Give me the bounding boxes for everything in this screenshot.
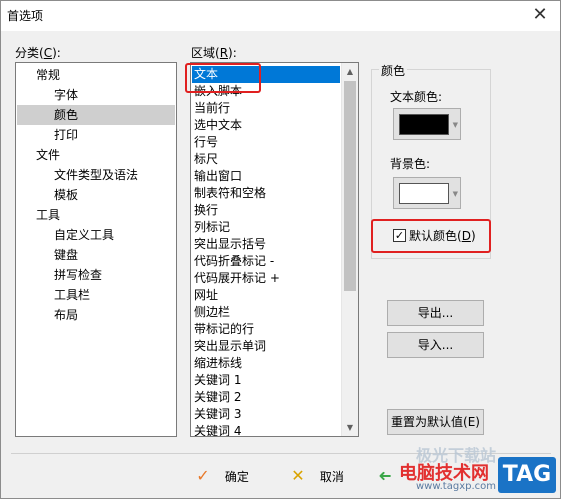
highlight-box-text xyxy=(185,63,261,93)
category-item-toolbar[interactable]: 工具栏 xyxy=(54,285,90,305)
watermark-logo: TAG xyxy=(498,457,556,493)
category-item-print[interactable]: 打印 xyxy=(54,125,78,145)
watermark-url: www.tagxp.com xyxy=(416,481,496,492)
area-item-keyword-4[interactable]: 关键词 4 xyxy=(194,423,241,436)
cancel-icon: ✕ xyxy=(291,466,305,485)
category-item-general[interactable]: 常规 xyxy=(36,65,60,85)
scroll-thumb[interactable] xyxy=(344,81,356,291)
category-list[interactable]: 常规 字体 颜色 打印 文件 文件类型及语法 模板 工具 自定义工具 键盘 拼写… xyxy=(15,62,177,437)
apply-button[interactable]: ➜ xyxy=(375,463,395,489)
area-scrollbar[interactable]: ▲ ▼ xyxy=(341,63,358,436)
text-color-picker[interactable]: ▼ xyxy=(393,108,461,140)
area-item-line-number[interactable]: 行号 xyxy=(194,134,218,151)
category-label: 分类(C): xyxy=(15,46,61,60)
category-item-keyboard[interactable]: 键盘 xyxy=(54,245,78,265)
dropdown-arrow-icon: ▼ xyxy=(452,121,458,129)
area-item-gutter[interactable]: 侧边栏 xyxy=(194,304,230,321)
area-label: 区域(R): xyxy=(191,46,237,60)
reset-defaults-button[interactable]: 重置为默认值(E) xyxy=(387,409,484,435)
preferences-dialog: 首选项 ✕ 分类(C): 常规 字体 颜色 打印 文件 文件类型及语法 模板 工… xyxy=(0,0,561,499)
scroll-down-icon[interactable]: ▼ xyxy=(342,419,358,436)
title-bar: 首选项 ✕ xyxy=(1,1,560,31)
text-color-label: 文本颜色: xyxy=(390,90,443,104)
category-item-file[interactable]: 文件 xyxy=(36,145,60,165)
category-item-layout[interactable]: 布局 xyxy=(54,305,78,325)
area-item-wrap[interactable]: 换行 xyxy=(194,202,218,219)
bg-color-swatch xyxy=(399,183,449,204)
area-item-highlight-word[interactable]: 突出显示单词 xyxy=(194,338,266,355)
arrow-icon: ➜ xyxy=(378,466,392,485)
area-item-column-marker[interactable]: 列标记 xyxy=(194,219,230,236)
category-selection xyxy=(17,105,175,125)
import-button[interactable]: 导入... xyxy=(387,332,484,358)
area-item-expand-marker[interactable]: 代码展开标记 + xyxy=(194,270,280,287)
area-item-tabs-spaces[interactable]: 制表符和空格 xyxy=(194,185,266,202)
area-item-marked-lines[interactable]: 带标记的行 xyxy=(194,321,254,338)
area-item-selected-text[interactable]: 选中文本 xyxy=(194,117,242,134)
checkmark-icon: ✓ xyxy=(196,466,210,485)
highlight-box-default-color xyxy=(371,219,491,253)
area-item-ruler[interactable]: 标尺 xyxy=(194,151,218,168)
bg-color-picker[interactable]: ▼ xyxy=(393,177,461,209)
area-item-current-line[interactable]: 当前行 xyxy=(194,100,230,117)
category-item-spellcheck[interactable]: 拼写检查 xyxy=(54,265,102,285)
ok-button[interactable]: ✓ 确定 xyxy=(193,463,249,489)
category-item-font[interactable]: 字体 xyxy=(54,85,78,105)
close-icon[interactable]: ✕ xyxy=(528,3,552,27)
category-item-color[interactable]: 颜色 xyxy=(54,105,78,125)
category-item-custom-tools[interactable]: 自定义工具 xyxy=(54,225,114,245)
area-list[interactable]: 文本 嵌入脚本 当前行 选中文本 行号 标尺 输出窗口 制表符和空格 换行 列标… xyxy=(190,62,359,437)
dropdown-arrow-icon: ▼ xyxy=(452,190,458,198)
area-item-indent-guides[interactable]: 缩进标线 xyxy=(194,355,242,372)
area-item-keyword-2[interactable]: 关键词 2 xyxy=(194,389,241,406)
area-item-output-window[interactable]: 输出窗口 xyxy=(194,168,242,185)
cancel-button[interactable]: ✕ 取消 xyxy=(288,463,344,489)
color-group-label: 颜色 xyxy=(379,62,408,79)
area-item-keyword-1[interactable]: 关键词 1 xyxy=(194,372,241,389)
area-item-keyword-3[interactable]: 关键词 3 xyxy=(194,406,241,423)
area-item-highlight-brackets[interactable]: 突出显示括号 xyxy=(194,236,266,253)
export-button[interactable]: 导出... xyxy=(387,300,484,326)
area-item-fold-marker[interactable]: 代码折叠标记 - xyxy=(194,253,274,270)
area-item-url[interactable]: 网址 xyxy=(194,287,218,304)
category-item-tools[interactable]: 工具 xyxy=(36,205,60,225)
category-item-filetypes[interactable]: 文件类型及语法 xyxy=(54,165,138,185)
scroll-up-icon[interactable]: ▲ xyxy=(342,63,358,80)
text-color-swatch xyxy=(399,114,449,135)
bg-color-label: 背景色: xyxy=(390,157,431,171)
window-title: 首选项 xyxy=(7,9,44,23)
category-item-templates[interactable]: 模板 xyxy=(54,185,78,205)
